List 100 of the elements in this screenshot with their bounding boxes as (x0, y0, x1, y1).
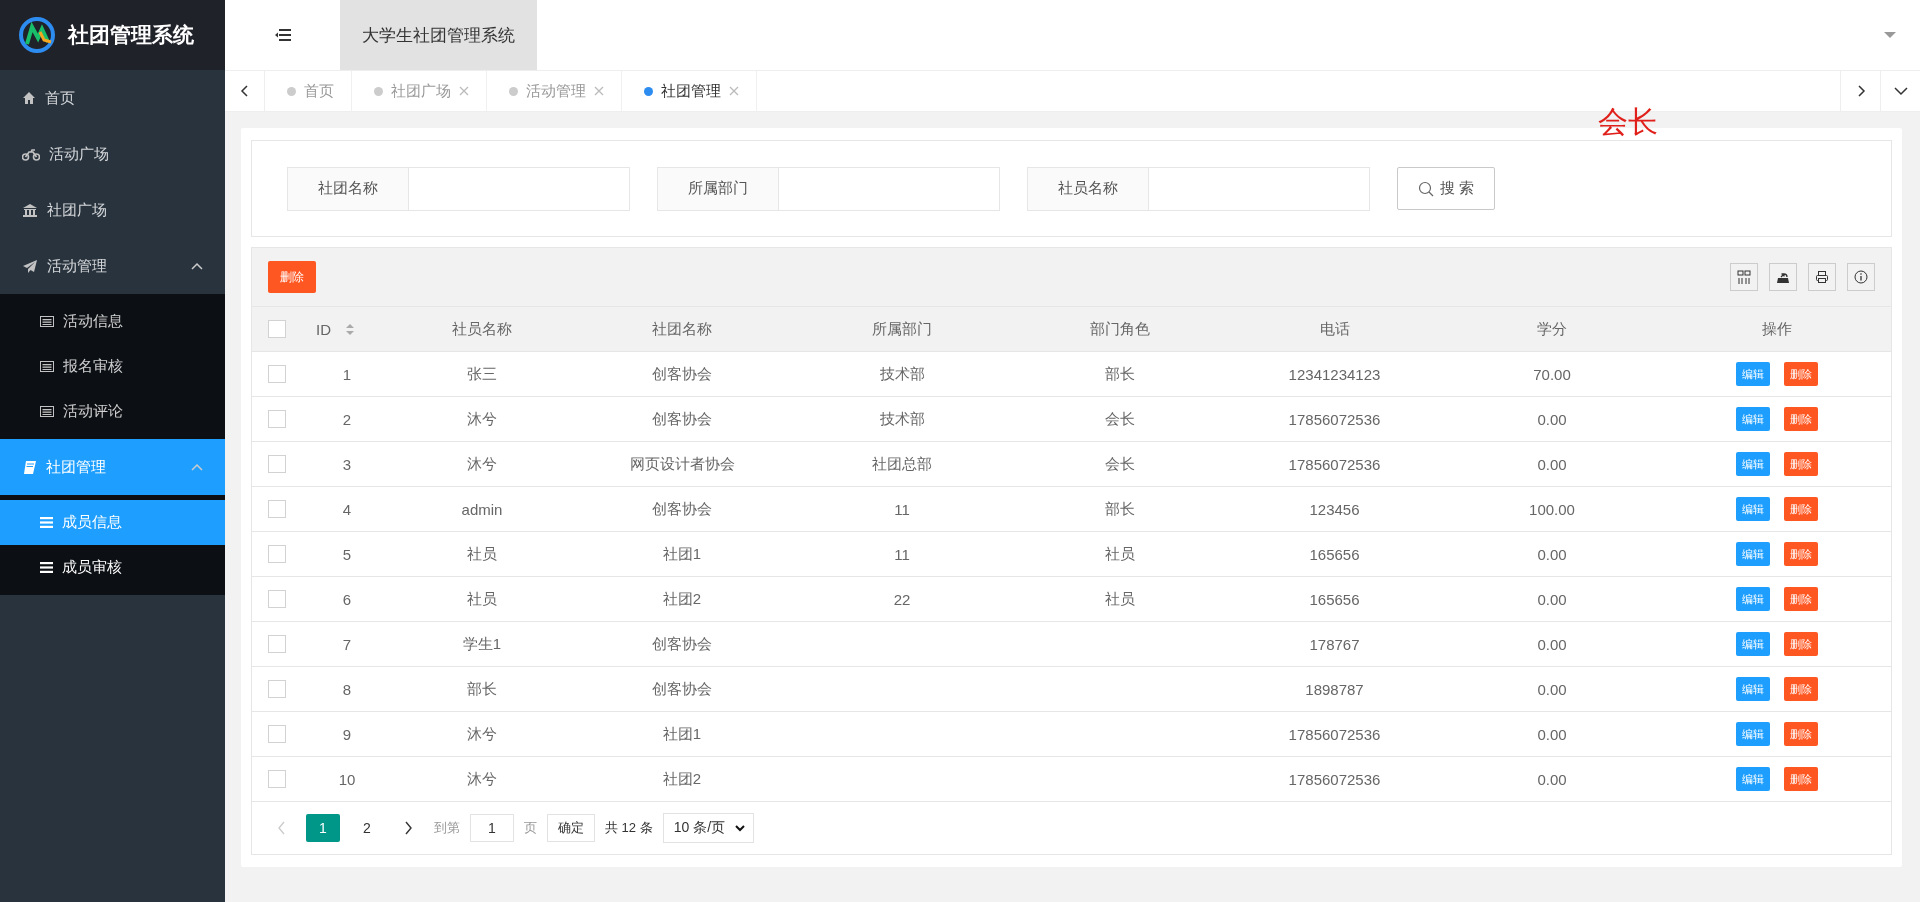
sidebar-subitem[interactable]: 活动信息 (0, 299, 225, 344)
table-cell: 社团2 (662, 589, 702, 609)
search-icon (1418, 180, 1434, 197)
row-checkbox[interactable] (268, 410, 286, 428)
page-button[interactable]: 1 (306, 814, 340, 842)
columns-button[interactable] (1730, 263, 1758, 291)
close-icon[interactable] (729, 86, 739, 96)
table-cell: 100.00 (1529, 500, 1575, 518)
table-cell: admin (461, 500, 503, 518)
table-cell: 2 (342, 410, 352, 428)
book-icon (22, 459, 37, 475)
edit-button[interactable]: 编辑 (1735, 677, 1770, 701)
edit-button[interactable]: 编辑 (1735, 452, 1770, 476)
sidebar-item[interactable]: 活动管理 (0, 238, 225, 294)
delete-button[interactable]: 删除 (1783, 677, 1818, 701)
sidebar-item[interactable]: 首页 (0, 70, 225, 126)
table-cell: 0.00 (1537, 590, 1567, 608)
table-cell: 9 (342, 725, 352, 743)
table-cell: 创客协会 (652, 679, 712, 699)
delete-button[interactable]: 删除 (1783, 632, 1818, 656)
logo-icon (18, 16, 56, 54)
paper-plane-icon (22, 258, 38, 274)
table-cell: 178767 (1309, 635, 1360, 653)
table-cell: 张三 (467, 364, 497, 384)
row-checkbox[interactable] (268, 500, 286, 518)
tab-dot (644, 86, 653, 96)
table-cell: 6 (342, 590, 352, 608)
table-cell: 社团总部 (872, 454, 932, 474)
delete-button[interactable]: 删除 (1783, 407, 1818, 431)
sidebar-subitem[interactable]: 报名审核 (0, 344, 225, 389)
table-cell: 4 (342, 500, 352, 518)
menu-icon (40, 562, 53, 573)
edit-button[interactable]: 编辑 (1735, 767, 1770, 791)
sidebar-subitem[interactable]: 成员信息 (0, 500, 225, 545)
table-cell: 0.00 (1537, 545, 1567, 563)
delete-button[interactable]: 删除 (1783, 767, 1818, 791)
edit-button[interactable]: 编辑 (1735, 542, 1770, 566)
close-icon[interactable] (459, 86, 469, 96)
close-icon[interactable] (594, 86, 604, 96)
delete-button[interactable]: 删除 (1783, 542, 1818, 566)
row-checkbox[interactable] (268, 455, 286, 473)
page-input[interactable]: 1 (470, 814, 514, 842)
row-checkbox[interactable] (268, 590, 286, 608)
page-tab[interactable]: 活动管理 (487, 71, 622, 111)
edit-button[interactable]: 编辑 (1735, 497, 1770, 521)
dropdown-icon[interactable] (1884, 32, 1896, 38)
sidebar-item[interactable]: 社团管理 (0, 439, 225, 495)
table-cell: 7 (342, 635, 352, 653)
sidebar-subitem[interactable]: 活动评论 (0, 389, 225, 434)
table-cell: 10 (338, 770, 356, 788)
row-checkbox[interactable] (268, 770, 286, 788)
row-checkbox[interactable] (268, 635, 286, 653)
sidebar-subitem[interactable]: 成员审核 (0, 545, 225, 590)
confirm-button[interactable]: 确定 (547, 814, 595, 842)
row-checkbox[interactable] (268, 545, 286, 563)
column-header[interactable]: ID (316, 320, 355, 338)
delete-button[interactable]: 删除 (1783, 497, 1818, 521)
delete-button[interactable]: 删除 (1783, 722, 1818, 746)
page-size-select[interactable]: 10 条/页 (662, 813, 755, 843)
edit-button[interactable]: 编辑 (1735, 407, 1770, 431)
export-button[interactable] (1769, 263, 1797, 291)
table-cell: 165656 (1309, 590, 1360, 608)
edit-button[interactable]: 编辑 (1735, 587, 1770, 611)
table-cell: 8 (342, 680, 352, 698)
edit-button[interactable]: 编辑 (1735, 632, 1770, 656)
info-button[interactable] (1847, 263, 1875, 291)
table-cell: 创客协会 (652, 364, 712, 384)
sidebar-item[interactable]: 社团广场 (0, 182, 225, 238)
table-cell: 技术部 (879, 364, 925, 384)
delete-button[interactable]: 删除 (1783, 452, 1818, 476)
tab-dot (509, 86, 518, 96)
edit-button[interactable]: 编辑 (1735, 362, 1770, 386)
chevron-down-icon (1893, 84, 1908, 98)
page-tab[interactable]: 社团广场 (352, 71, 487, 111)
row-checkbox[interactable] (268, 365, 286, 383)
table-cell: 11 (894, 545, 910, 563)
page-tab[interactable]: 首页 (265, 71, 352, 111)
table-cell: 70.00 (1533, 365, 1571, 383)
delete-button[interactable]: 删除 (1783, 587, 1818, 611)
select-all-checkbox[interactable] (268, 320, 286, 338)
edit-button[interactable]: 编辑 (1735, 722, 1770, 746)
bank-icon (22, 203, 38, 217)
list-icon (40, 406, 54, 417)
row-checkbox[interactable] (268, 680, 286, 698)
column-header: 操作 (1761, 319, 1792, 339)
page-button[interactable]: 2 (350, 814, 384, 842)
table-cell: 22 (893, 590, 911, 608)
sort-icon[interactable] (345, 322, 355, 336)
page-tab[interactable]: 社团管理 (622, 71, 757, 111)
home-icon (22, 91, 36, 105)
table-cell: 社团1 (662, 544, 702, 564)
row-checkbox[interactable] (268, 725, 286, 743)
sidebar-item[interactable]: 活动广场 (0, 126, 225, 182)
delete-button[interactable]: 删除 (268, 261, 316, 293)
search-button[interactable]: 搜 索 (1397, 167, 1496, 210)
print-button[interactable] (1808, 263, 1836, 291)
table-cell: 0.00 (1537, 770, 1567, 788)
table-cell: 沐兮 (467, 409, 497, 429)
annotation-text: 会长 (1598, 104, 1658, 140)
delete-button[interactable]: 删除 (1783, 362, 1818, 386)
